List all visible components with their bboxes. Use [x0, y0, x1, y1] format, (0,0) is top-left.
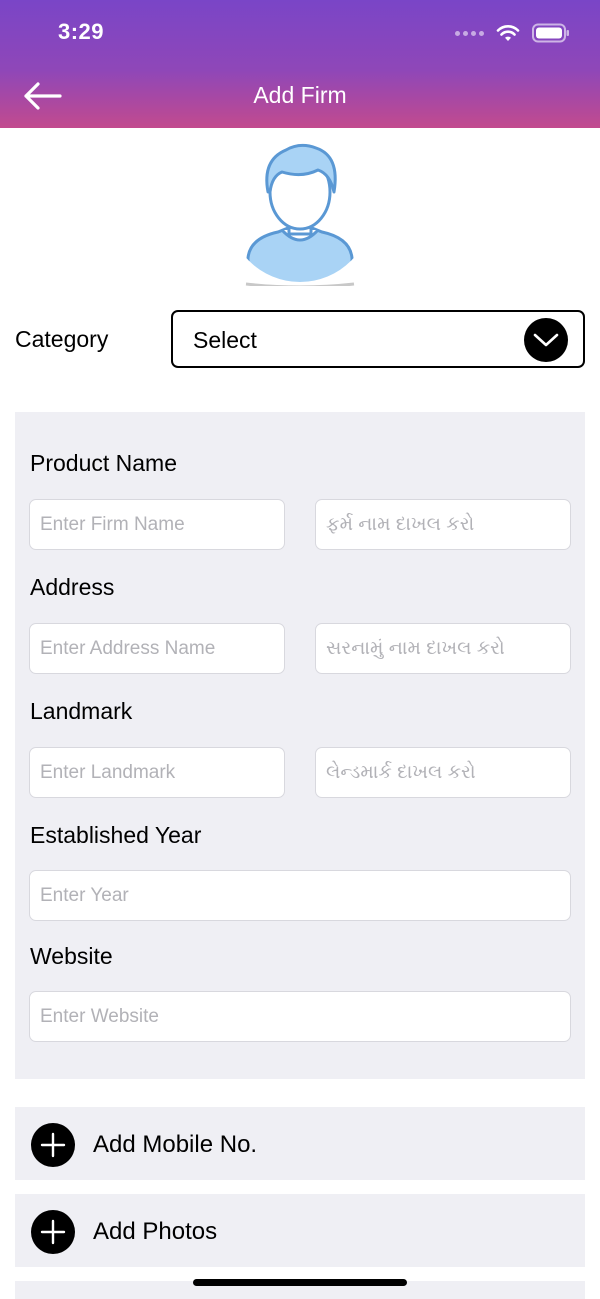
chevron-down-icon — [524, 318, 568, 362]
add-photos-label: Add Photos — [93, 1218, 218, 1245]
category-select[interactable]: Select — [171, 310, 585, 368]
landmark-label: Landmark — [30, 698, 133, 724]
website-label: Website — [30, 943, 113, 969]
status-icons — [455, 22, 570, 44]
plus-icon — [31, 1210, 75, 1254]
page-title: Add Firm — [253, 82, 347, 108]
add-mobile-label: Add Mobile No. — [93, 1131, 258, 1158]
home-indicator[interactable] — [193, 1279, 407, 1286]
app-header: 3:29 Add Firm — [0, 0, 600, 128]
wifi-icon — [496, 25, 520, 41]
battery-icon — [532, 23, 569, 43]
plus-icon — [31, 1123, 75, 1167]
address-label: Address — [30, 574, 115, 600]
landmark-gujarati-input[interactable]: લેન્ડમાર્ક દાખલ કરો — [315, 747, 571, 798]
user-avatar-icon[interactable] — [242, 140, 358, 286]
firm-form-panel: Product Name Enter Firm Name ફર્મ નામ દા… — [15, 412, 585, 1079]
category-select-value: Select — [193, 327, 257, 353]
website-input[interactable]: Enter Website — [29, 991, 571, 1042]
address-gujarati-input[interactable]: સરનામું નામ દાખલ કરો — [315, 623, 571, 674]
firm-name-gujarati-input[interactable]: ફર્મ નામ દાખલ કરો — [315, 499, 571, 550]
signal-dots-icon — [455, 30, 484, 36]
product-name-label: Product Name — [30, 450, 178, 476]
established-year-label: Established Year — [30, 822, 202, 848]
status-time: 3:29 — [58, 19, 105, 44]
address-input[interactable]: Enter Address Name — [29, 623, 285, 674]
add-photos-button[interactable]: Add Photos — [15, 1194, 585, 1267]
add-mobile-button[interactable]: Add Mobile No. — [15, 1107, 585, 1180]
firm-name-input[interactable]: Enter Firm Name — [29, 499, 285, 550]
category-label: Category — [15, 326, 109, 352]
year-input[interactable]: Enter Year — [29, 870, 571, 921]
landmark-input[interactable]: Enter Landmark — [29, 747, 285, 798]
